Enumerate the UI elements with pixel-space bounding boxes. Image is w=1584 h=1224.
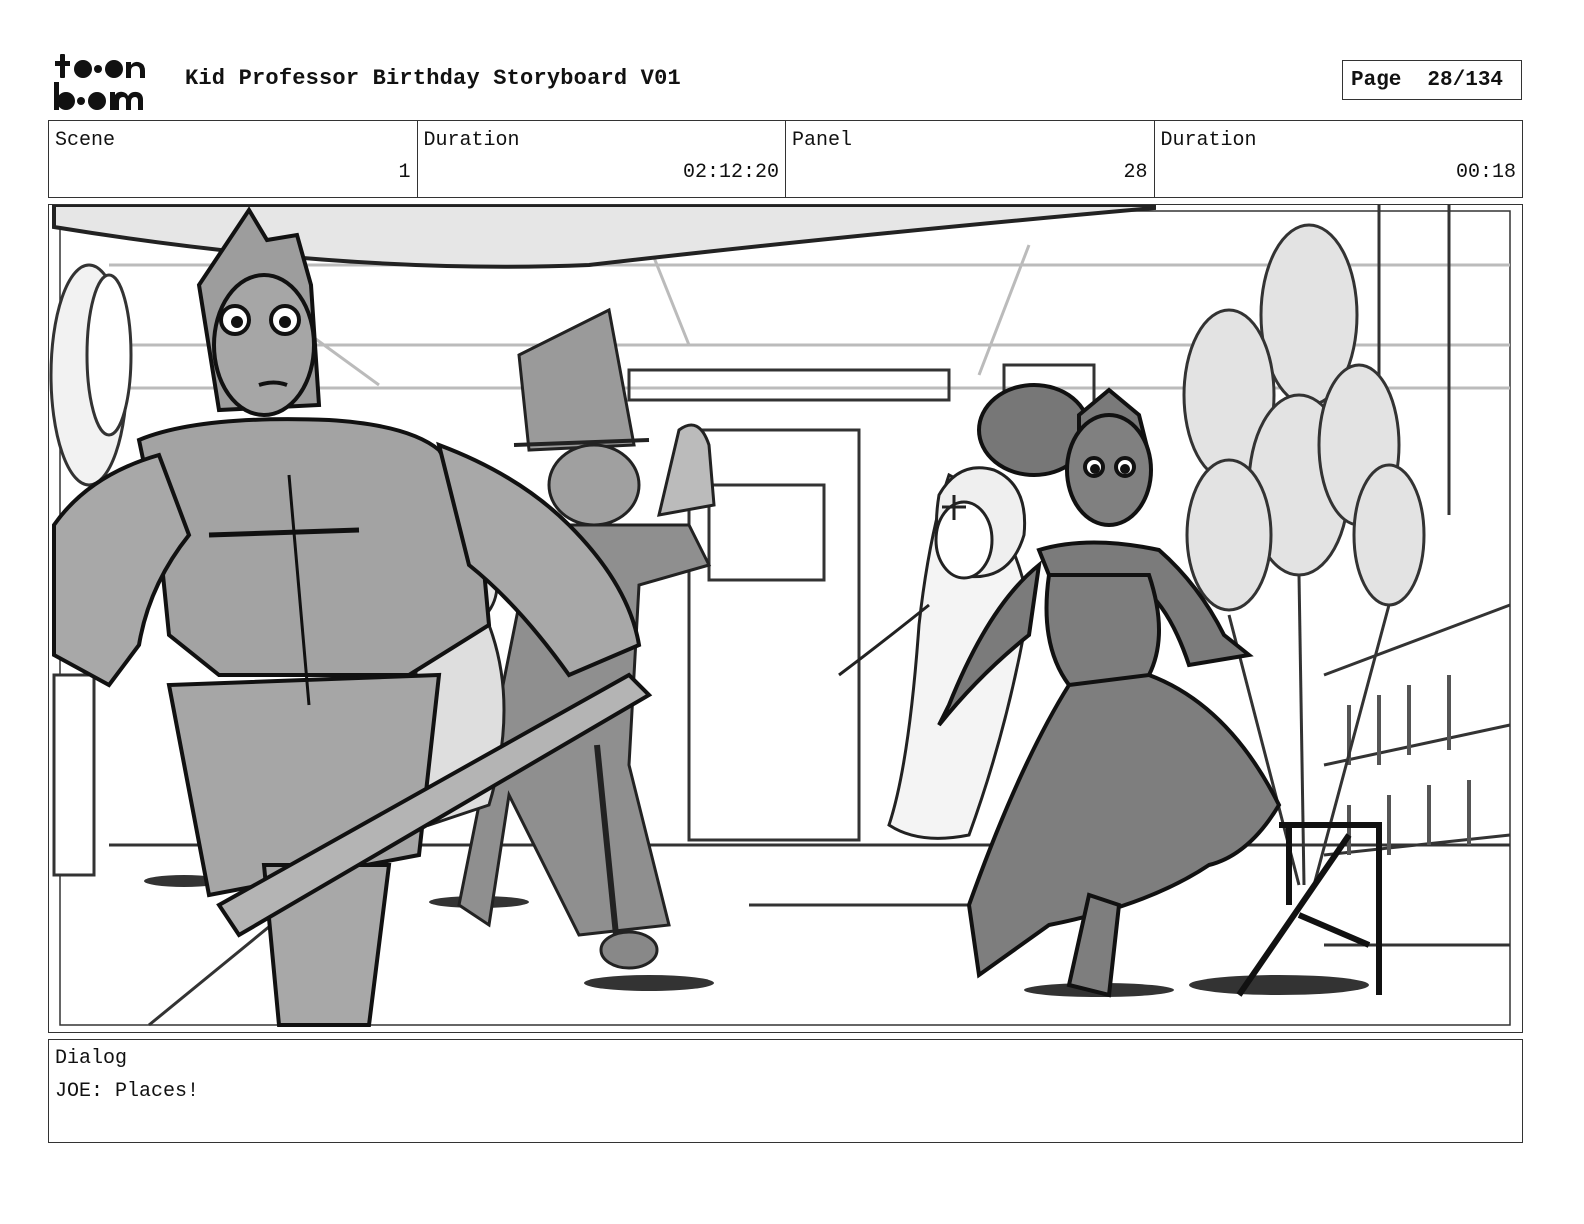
scene-value: 1 — [398, 161, 411, 184]
scene-label: Scene — [55, 129, 116, 152]
panel-duration-cell: Duration 00:18 — [1155, 121, 1523, 197]
page-label: Page — [1351, 68, 1402, 92]
scene-duration-value: 02:12:20 — [682, 161, 779, 184]
page-number: 28/134 — [1427, 68, 1504, 92]
panel-info-row: Scene 1 Duration 02:12:20 Panel 28 Durat… — [48, 120, 1523, 198]
panel-value: 28 — [1123, 161, 1148, 184]
dialog-label: Dialog — [55, 1047, 128, 1070]
panel-cell: Panel 28 — [786, 121, 1155, 197]
dialog-text: JOE: Places! — [55, 1080, 200, 1103]
scene-cell: Scene 1 — [49, 121, 418, 197]
storyboard-title: Kid Professor Birthday Storyboard V01 — [185, 66, 681, 91]
panel-label: Panel — [792, 129, 853, 152]
panel-duration-label: Duration — [1160, 129, 1257, 152]
page-indicator: Page 28/134 — [1342, 60, 1522, 100]
panel-duration-value: 00:18 — [1455, 161, 1516, 184]
scene-duration-cell: Duration 02:12:20 — [418, 121, 786, 197]
storyboard-panel — [48, 204, 1523, 1033]
storyboard-sketch-image — [49, 205, 1511, 1027]
toon-boom-logo — [52, 52, 164, 112]
scene-duration-label: Duration — [423, 129, 520, 152]
dialog-box: Dialog JOE: Places! — [48, 1039, 1523, 1143]
